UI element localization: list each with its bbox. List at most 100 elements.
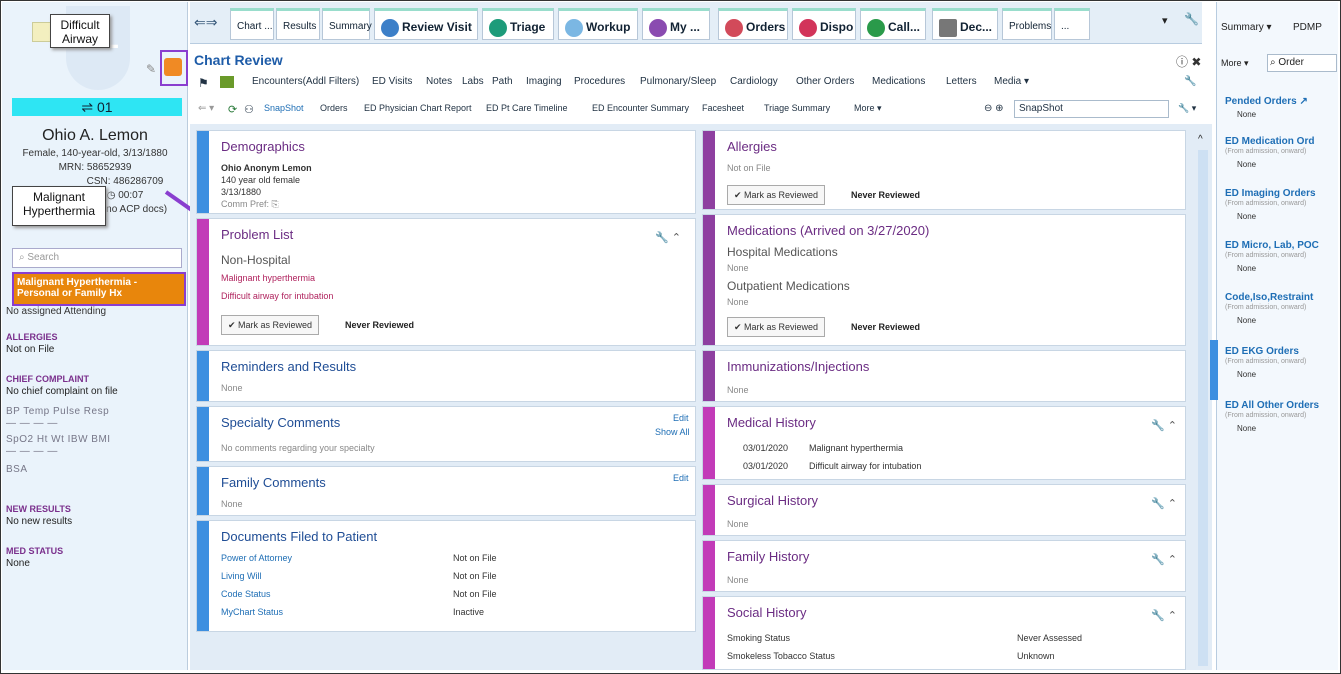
surgical-history-title[interactable]: Surgical History bbox=[727, 493, 818, 508]
tab-labs[interactable]: Labs bbox=[462, 76, 484, 87]
history-item[interactable]: Difficult airway for intubation bbox=[809, 461, 921, 471]
report-search-input[interactable]: SnapShot bbox=[1014, 100, 1169, 118]
back-forward-icon[interactable]: ⇐⇒ bbox=[194, 14, 224, 34]
tab-problems[interactable]: Problems bbox=[1002, 8, 1052, 40]
documents-title[interactable]: Documents Filed to Patient bbox=[221, 529, 377, 544]
problem-list-tools-icon[interactable]: 🔧 ⌃ bbox=[655, 231, 681, 244]
report-ed-encounter-summary[interactable]: ED Encounter Summary bbox=[592, 103, 689, 113]
tab-medications[interactable]: Medications bbox=[872, 76, 925, 87]
tab-notes[interactable]: Notes bbox=[426, 76, 452, 87]
chief-complaint-heading[interactable]: CHIEF COMPLAINT bbox=[6, 374, 89, 384]
report-ed-physician[interactable]: ED Physician Chart Report bbox=[364, 103, 472, 113]
specialty-edit-link[interactable]: Edit bbox=[673, 413, 689, 423]
specialty-title[interactable]: Specialty Comments bbox=[221, 415, 340, 430]
report-facesheet[interactable]: Facesheet bbox=[702, 103, 744, 113]
medications-title[interactable]: Medications (Arrived on 3/27/2020) bbox=[727, 223, 929, 238]
allergies-title[interactable]: Allergies bbox=[727, 139, 777, 154]
patient-name[interactable]: Ohio A. Lemon bbox=[2, 127, 188, 145]
tab-summary[interactable]: Summary bbox=[322, 8, 372, 40]
report-snapshot[interactable]: SnapShot bbox=[264, 103, 304, 113]
flag-icon[interactable]: ⚑ bbox=[198, 76, 209, 90]
document-name[interactable]: MyChart Status bbox=[221, 607, 283, 617]
demographics-comm[interactable]: Comm Pref: ⎘ bbox=[221, 199, 279, 210]
mark-reviewed-button[interactable]: ✔ Mark as Reviewed bbox=[221, 315, 320, 335]
tab-dropdown-icon[interactable]: ▾ bbox=[1162, 14, 1168, 27]
problem-list-title[interactable]: Problem List bbox=[221, 227, 293, 242]
document-name[interactable]: Power of Attorney bbox=[221, 553, 292, 563]
report-ed-pt-care-timeline[interactable]: ED Pt Care Timeline bbox=[486, 103, 568, 113]
snapshot-tab-icon[interactable] bbox=[220, 76, 234, 88]
med-status-heading[interactable]: MED STATUS bbox=[6, 546, 63, 556]
social-history-title[interactable]: Social History bbox=[727, 605, 806, 620]
toolbar-wrench-icon[interactable]: 🔧 ▾ bbox=[1178, 103, 1196, 114]
tab-chart[interactable]: Chart ... bbox=[230, 8, 274, 40]
help-close-icons[interactable]: ⓘ ✖ bbox=[1176, 53, 1201, 70]
problem-item[interactable]: Difficult airway for intubation bbox=[221, 291, 333, 301]
ed-micro-lab-poc-link[interactable]: ED Micro, Lab, POC bbox=[1225, 240, 1319, 251]
family-history-tools-icon[interactable]: 🔧 ⌃ bbox=[1151, 553, 1177, 566]
tab-orders[interactable]: Orders bbox=[718, 8, 788, 40]
refresh-icon[interactable]: ⟳ bbox=[228, 103, 237, 116]
mark-reviewed-button[interactable]: ✔ Mark as Reviewed bbox=[727, 317, 826, 337]
summary-tab[interactable]: Summary ▾ bbox=[1221, 22, 1272, 33]
reminders-title[interactable]: Reminders and Results bbox=[221, 359, 356, 374]
family-history-title[interactable]: Family History bbox=[727, 549, 809, 564]
tab-dec[interactable]: Dec... bbox=[932, 8, 998, 40]
collapse-sidebar-handle[interactable] bbox=[1210, 340, 1218, 400]
tab-review-visit[interactable]: Review Visit bbox=[374, 8, 478, 40]
ed-all-other-orders-link[interactable]: ED All Other Orders bbox=[1225, 400, 1319, 411]
tab-dispo[interactable]: Dispo bbox=[792, 8, 856, 40]
report-more[interactable]: More ▾ bbox=[854, 103, 882, 114]
medical-history-title[interactable]: Medical History bbox=[727, 415, 816, 430]
family-comments-title[interactable]: Family Comments bbox=[221, 475, 326, 490]
ed-ekg-orders-link[interactable]: ED EKG Orders bbox=[1225, 346, 1299, 357]
immunizations-title[interactable]: Immunizations/Injections bbox=[727, 359, 869, 374]
content-scrollbar[interactable] bbox=[1198, 150, 1208, 666]
binoculars-icon[interactable]: ⚇ bbox=[244, 103, 254, 116]
ed-imaging-orders-link[interactable]: ED Imaging Orders bbox=[1225, 188, 1316, 199]
scroll-up-icon[interactable]: ^ bbox=[1198, 134, 1203, 145]
sidebar-search-input[interactable]: ⌕ Search bbox=[12, 248, 182, 268]
demographics-title[interactable]: Demographics bbox=[221, 139, 305, 154]
pdmp-tab[interactable]: PDMP bbox=[1293, 22, 1322, 33]
problem-item[interactable]: Malignant hyperthermia bbox=[221, 273, 315, 283]
mark-reviewed-button[interactable]: ✔ Mark as Reviewed bbox=[727, 185, 826, 205]
malignant-hyperthermia-flag[interactable]: Malignant Hyperthermia - Personal or Fam… bbox=[12, 272, 186, 306]
tab-workup[interactable]: Workup bbox=[558, 8, 638, 40]
ed-medication-orders-link[interactable]: ED Medication Ord bbox=[1225, 136, 1314, 147]
allergies-heading[interactable]: ALLERGIES bbox=[6, 332, 58, 342]
tab-letters[interactable]: Letters bbox=[946, 76, 977, 87]
pended-orders-link[interactable]: Pended Orders ↗ bbox=[1225, 96, 1308, 107]
tab-triage[interactable]: Triage bbox=[482, 8, 554, 40]
tab-ed-visits[interactable]: ED Visits bbox=[372, 76, 412, 87]
report-triage-summary[interactable]: Triage Summary bbox=[764, 103, 830, 113]
tab-my[interactable]: My ... bbox=[642, 8, 710, 40]
medical-history-tools-icon[interactable]: 🔧 ⌃ bbox=[1151, 419, 1177, 432]
document-name[interactable]: Code Status bbox=[221, 589, 271, 599]
order-search-input[interactable]: ⌕ Order bbox=[1267, 54, 1337, 72]
tab-imaging[interactable]: Imaging bbox=[526, 76, 562, 87]
family-comments-edit-link[interactable]: Edit bbox=[673, 473, 689, 483]
more-menu[interactable]: More ▾ bbox=[1221, 58, 1249, 69]
code-iso-restraint-link[interactable]: Code,Iso,Restraint bbox=[1225, 292, 1313, 303]
tab-cardiology[interactable]: Cardiology bbox=[730, 76, 778, 87]
report-orders[interactable]: Orders bbox=[320, 103, 348, 113]
social-history-tools-icon[interactable]: 🔧 ⌃ bbox=[1151, 609, 1177, 622]
tab-results[interactable]: Results bbox=[276, 8, 320, 40]
tab-encounters[interactable]: Encounters(Addl Filters) bbox=[252, 76, 359, 87]
specialty-show-all-link[interactable]: Show All bbox=[655, 427, 690, 437]
tab-other-orders[interactable]: Other Orders bbox=[796, 76, 854, 87]
document-name[interactable]: Living Will bbox=[221, 571, 262, 581]
wrench-icon[interactable]: 🔧 bbox=[1184, 12, 1199, 26]
nav-wrench-icon[interactable]: 🔧 bbox=[1184, 76, 1196, 87]
history-item[interactable]: Malignant hyperthermia bbox=[809, 443, 903, 453]
new-results-heading[interactable]: NEW RESULTS bbox=[6, 504, 71, 514]
tab-more[interactable]: ... bbox=[1054, 8, 1090, 40]
back-arrow-icon[interactable]: ⇐ ▾ bbox=[198, 103, 214, 114]
tab-path[interactable]: Path bbox=[492, 76, 513, 87]
tab-procedures[interactable]: Procedures bbox=[574, 76, 625, 87]
airway-alert-icon[interactable] bbox=[164, 58, 182, 76]
tab-pulmonary-sleep[interactable]: Pulmonary/Sleep bbox=[640, 76, 716, 87]
surgical-history-tools-icon[interactable]: 🔧 ⌃ bbox=[1151, 497, 1177, 510]
tab-call[interactable]: Call... bbox=[860, 8, 926, 40]
